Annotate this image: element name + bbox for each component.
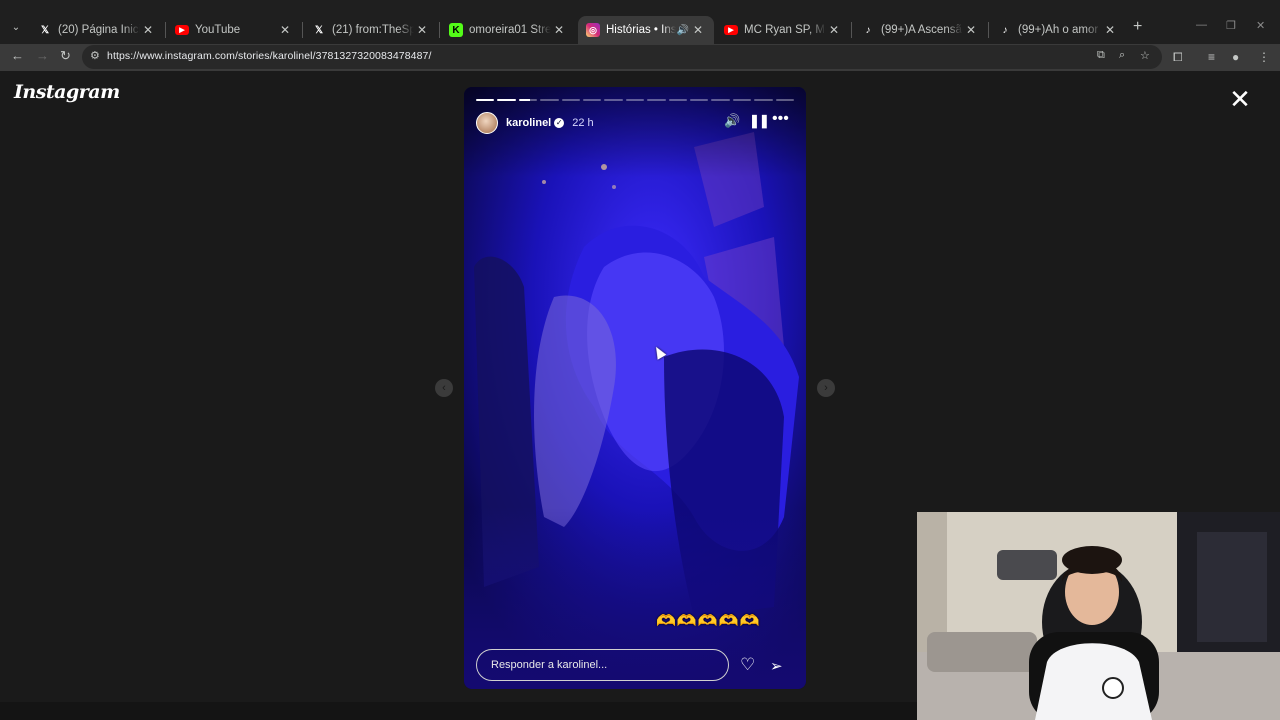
close-tab-icon[interactable]: ✕ (277, 23, 293, 37)
tab-divider (988, 22, 989, 38)
close-tab-icon[interactable]: ✕ (414, 23, 430, 37)
site-settings-icon[interactable]: ⚙ (90, 49, 100, 62)
close-tab-icon[interactable]: ✕ (551, 23, 567, 37)
reply-input[interactable]: Responder a karolinel... (476, 649, 729, 681)
story-video-frame (464, 87, 806, 689)
tab-divider (851, 22, 852, 38)
tab-title: (99+)Ah o amor do Torce (1018, 24, 1102, 36)
tab-title: (21) from:TheSpiderKong (332, 24, 414, 36)
forward-arrow-icon[interactable]: → (36, 48, 49, 63)
tab-title: YouTube (195, 24, 241, 36)
pause-icon[interactable]: ❚❚ (749, 113, 770, 129)
reply-placeholder: Responder a karolinel... (491, 659, 608, 671)
story-timestamp: 22 h (572, 117, 594, 129)
volume-icon[interactable]: 🔊 (724, 113, 740, 129)
story-progress-segment (518, 99, 538, 101)
story-progress-segment (775, 99, 795, 101)
back-arrow-icon[interactable]: ← (11, 48, 24, 63)
story-progress-segment (497, 99, 516, 101)
tab-divider (165, 22, 166, 38)
tab-title: Histórias • Instagram (606, 24, 676, 36)
story-emoji-caption: 🫶🫶🫶🫶🫶 (656, 613, 761, 630)
kick-icon: K (449, 23, 463, 37)
youtube-icon: ▶ (724, 25, 738, 35)
tab-search-chevron-icon[interactable]: ⌄ (6, 17, 26, 37)
browser-toolbar: ← → ↻ ⚙ https://www.instagram.com/storie… (0, 44, 1280, 71)
new-tab-plus-icon[interactable]: + (1133, 18, 1142, 36)
tab-x-spiderkong[interactable]: 𝕏 (21) from:TheSpiderKong ✕ (304, 16, 438, 44)
tab-title: MC Ryan SP, MC MenoK (744, 24, 826, 36)
more-options-icon[interactable]: ••• (772, 110, 789, 128)
story-card[interactable]: karolinel ✓ 22 h 🔊 ❚❚ ••• 🫶🫶🫶🫶🫶 Responde… (464, 87, 806, 689)
bookmark-star-icon[interactable]: ☆ (1140, 49, 1150, 62)
reload-icon[interactable]: ↻ (60, 48, 71, 64)
webcam-feed (917, 512, 1280, 720)
close-tab-icon[interactable]: ✕ (690, 23, 706, 37)
close-tab-icon[interactable]: ✕ (826, 23, 842, 37)
tab-kick-stream[interactable]: K omoreira01 Stream - Wat ✕ (441, 16, 575, 44)
tab-title: (20) Página Inicial / X (58, 24, 140, 36)
avatar[interactable] (476, 112, 498, 134)
window-close-icon[interactable]: ✕ (1256, 19, 1265, 32)
story-progress-segment (732, 99, 752, 101)
story-header: karolinel ✓ 22 h 🔊 ❚❚ ••• (476, 110, 794, 135)
x-logo-icon: 𝕏 (314, 24, 324, 36)
url-text[interactable]: https://www.instagram.com/stories/karoli… (107, 50, 432, 62)
extensions-puzzle-icon[interactable]: ⧠ (1173, 50, 1183, 65)
close-story-icon[interactable]: ✕ (1226, 85, 1254, 113)
story-progress-segment (583, 99, 602, 101)
address-bar[interactable]: ⚙ https://www.instagram.com/stories/karo… (82, 45, 1162, 69)
story-progress-segment (711, 99, 730, 101)
close-tab-icon[interactable]: ✕ (140, 23, 156, 37)
story-progress-segment (690, 99, 709, 101)
instagram-logo[interactable]: Instagram (14, 81, 120, 103)
share-send-icon[interactable]: ➢ (770, 657, 783, 675)
story-username[interactable]: karolinel (506, 117, 551, 129)
tab-instagram-stories[interactable]: ◎ Histórias • Instagram 🔊 ✕ (578, 16, 714, 44)
restore-icon[interactable]: ❐ (1226, 19, 1236, 32)
story-progress-segment (754, 99, 773, 101)
tab-divider (439, 22, 440, 38)
youtube-icon: ▶ (175, 25, 189, 35)
tab-divider (302, 22, 303, 38)
next-story-icon[interactable]: › (817, 379, 835, 397)
instagram-icon: ◎ (586, 23, 600, 37)
story-progress-segment (604, 99, 623, 101)
webcam-overlay (917, 512, 1280, 720)
story-progress-segment (668, 99, 688, 101)
tab-audio-icon[interactable]: 🔊 (676, 25, 690, 36)
story-progress-segment (625, 99, 645, 101)
tab-x-home[interactable]: 𝕏 (20) Página Inicial / X ✕ (30, 16, 164, 44)
tab-tiktok-ascensao[interactable]: ♪ (99+)A Ascensão de Yam ✕ (853, 16, 987, 44)
more-menu-icon[interactable]: ⋮ (1258, 50, 1270, 64)
tab-youtube-mc-ryan[interactable]: ▶ MC Ryan SP, MC MenoK ✕ (716, 16, 850, 44)
like-heart-icon[interactable]: ♡ (740, 655, 755, 675)
tiktok-icon: ♪ (1002, 24, 1008, 36)
close-tab-icon[interactable]: ✕ (1102, 23, 1118, 37)
media-controls-icon[interactable]: ≡ (1208, 50, 1215, 64)
story-progress-segment (540, 99, 559, 101)
story-progress-segment (561, 99, 581, 101)
tab-tiktok-amor[interactable]: ♪ (99+)Ah o amor do Torce ✕ (990, 16, 1126, 44)
zoom-icon[interactable]: ⌕ (1119, 49, 1125, 62)
tiktok-icon: ♪ (865, 24, 871, 36)
story-progress-segment (476, 99, 495, 101)
minimize-icon[interactable]: — (1196, 19, 1207, 31)
tab-title: omoreira01 Stream - Wat (469, 24, 551, 36)
profile-icon[interactable]: ● (1232, 50, 1239, 64)
story-progress-segment (647, 99, 666, 101)
x-logo-icon: 𝕏 (40, 24, 50, 36)
tab-youtube[interactable]: ▶ YouTube ✕ (167, 16, 301, 44)
tab-title: (99+)A Ascensão de Yam (881, 24, 963, 36)
tab-strip: ⌄ 𝕏 (20) Página Inicial / X ✕ ▶ YouTube … (0, 0, 1280, 44)
verified-badge-icon: ✓ (554, 118, 565, 128)
previous-story-icon[interactable]: ‹ (435, 379, 453, 397)
install-app-icon[interactable]: ⧉ (1097, 49, 1105, 62)
close-tab-icon[interactable]: ✕ (963, 23, 979, 37)
story-progress-bar (476, 99, 795, 101)
